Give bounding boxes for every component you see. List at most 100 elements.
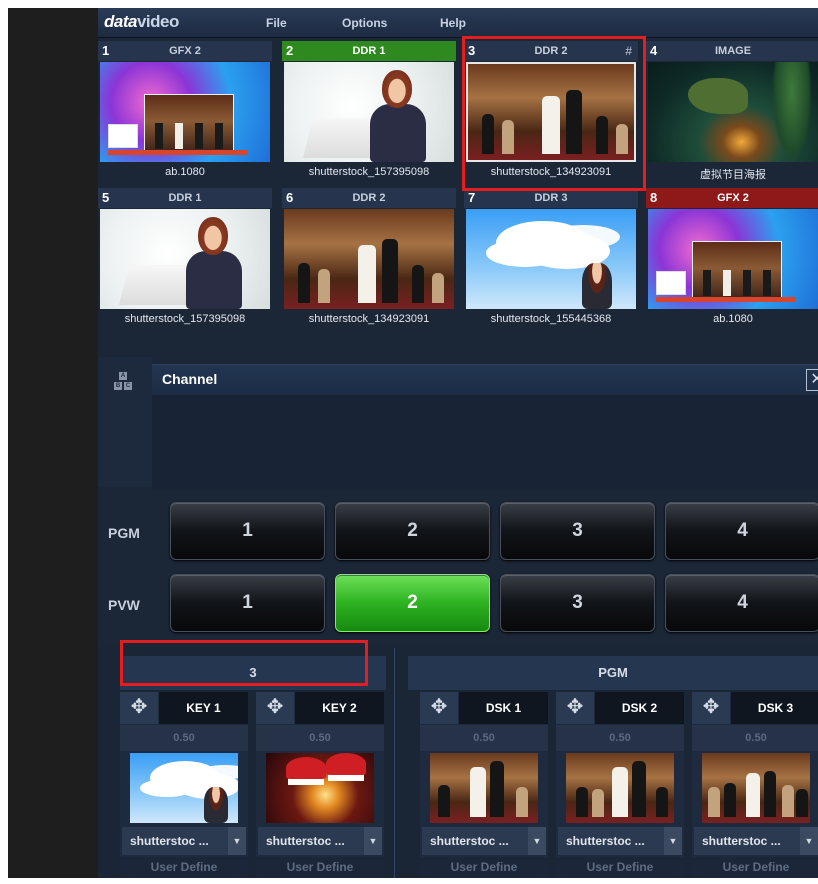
source-thumbnail <box>466 209 636 309</box>
source-header: 8 GFX 2 <box>646 188 818 208</box>
caret-down-icon[interactable]: ▼ <box>528 827 546 855</box>
caret-down-icon[interactable]: ▼ <box>664 827 682 855</box>
source-tile-2[interactable]: 2 DDR 1 shutterstock_157395098 <box>282 41 456 184</box>
caret-down-icon[interactable]: ▼ <box>800 827 818 855</box>
pgm-button-1[interactable]: 1 <box>170 502 325 560</box>
source-thumbnail <box>466 62 636 162</box>
source-title: DDR 3 <box>534 192 568 204</box>
pgm-button-2[interactable]: 2 <box>335 502 490 560</box>
abc-layers-icon[interactable]: A B C <box>114 372 132 396</box>
key-name[interactable]: DSK 1 <box>459 692 548 724</box>
app-window: datavideo File Options Help 1 GFX 2 ab.1… <box>98 8 818 878</box>
screenshot-frame: datavideo File Options Help 1 GFX 2 ab.1… <box>8 8 818 878</box>
source-tile-4[interactable]: 4 IMAGE 虚拟节目海报 <box>646 41 818 184</box>
source-title: DDR 1 <box>352 45 386 57</box>
source-name: ab.1080 <box>165 166 205 178</box>
pvw-button-2[interactable]: 2 <box>335 574 490 632</box>
source-name: shutterstock_134923091 <box>308 313 430 325</box>
key-1-panel: ✥ KEY 1 0.50 shutterstoc ... ▼ User Defi… <box>120 692 248 878</box>
source-title: IMAGE <box>714 45 752 57</box>
key-user-define[interactable]: User Define <box>420 857 548 878</box>
key-value[interactable]: 0.50 <box>120 725 248 751</box>
key-thumbnail <box>566 753 674 823</box>
divider <box>394 648 395 878</box>
source-name: shutterstock_134923091 <box>490 166 612 178</box>
source-thumbnail <box>284 62 454 162</box>
overlay-right-header: PGM <box>408 656 818 690</box>
key-name[interactable]: DSK 3 <box>731 692 818 724</box>
key-source-select[interactable]: shutterstoc ... ▼ <box>122 827 246 855</box>
pvw-button-4[interactable]: 4 <box>665 574 818 632</box>
source-thumbnail <box>648 209 818 309</box>
key-thumbnail <box>266 753 374 823</box>
channel-header: Channel ✕ <box>152 365 818 395</box>
channel-panel: Channel ✕ <box>152 364 818 490</box>
source-header: 4 IMAGE <box>646 41 818 61</box>
source-tile-6[interactable]: 6 DDR 2 shutterstock_134923091 <box>282 188 456 331</box>
menu-bar: datavideo File Options Help <box>98 8 818 38</box>
close-icon[interactable]: ✕ <box>806 369 818 391</box>
source-tile-1[interactable]: 1 GFX 2 ab.1080 <box>98 41 272 184</box>
key-name[interactable]: KEY 2 <box>295 692 384 724</box>
source-tile-5[interactable]: 5 DDR 1 shutterstock_157395098 <box>98 188 272 331</box>
dsk-3-panel: ✥ DSK 3 0.50 shutterstoc ... ▼ User Defi… <box>692 692 818 878</box>
move-arrows-icon[interactable]: ✥ <box>556 692 594 724</box>
source-title: DDR 1 <box>168 192 202 204</box>
move-arrows-icon[interactable]: ✥ <box>692 692 730 724</box>
source-name: shutterstock_155445368 <box>490 313 612 325</box>
source-name: 虚拟节目海报 <box>700 169 766 181</box>
caret-down-icon[interactable]: ▼ <box>228 827 246 855</box>
key-name[interactable]: KEY 1 <box>159 692 248 724</box>
caret-down-icon[interactable]: ▼ <box>364 827 382 855</box>
key-thumbnail <box>702 753 810 823</box>
source-thumbnail <box>284 209 454 309</box>
source-header: 7 DDR 3 <box>464 188 638 208</box>
pvw-button-1[interactable]: 1 <box>170 574 325 632</box>
key-user-define[interactable]: User Define <box>120 857 248 878</box>
key-value[interactable]: 0.50 <box>420 725 548 751</box>
key-source-select[interactable]: shutterstoc ... ▼ <box>694 827 818 855</box>
key-value[interactable]: 0.50 <box>692 725 818 751</box>
source-header: 1 GFX 2 <box>98 41 272 61</box>
source-header: 2 DDR 1 <box>282 41 456 61</box>
overlay-left-header: 3 <box>120 656 386 690</box>
source-name: shutterstock_157395098 <box>124 313 246 325</box>
source-tile-7[interactable]: 7 DDR 3 shutterstock_155445368 <box>464 188 638 331</box>
pvw-label: PVW <box>108 597 140 613</box>
menu-file[interactable]: File <box>266 16 287 30</box>
key-value[interactable]: 0.50 <box>556 725 684 751</box>
key-source-select[interactable]: shutterstoc ... ▼ <box>258 827 382 855</box>
pvw-button-3[interactable]: 3 <box>500 574 655 632</box>
source-hash-marker: # <box>625 44 632 58</box>
source-thumbnail <box>100 62 270 162</box>
key-user-define[interactable]: User Define <box>692 857 818 878</box>
source-name: shutterstock_157395098 <box>308 166 430 178</box>
move-arrows-icon[interactable]: ✥ <box>120 692 158 724</box>
pgm-label: PGM <box>108 525 140 541</box>
key-source-select[interactable]: shutterstoc ... ▼ <box>422 827 546 855</box>
source-thumbnail <box>100 209 270 309</box>
source-title: GFX 2 <box>717 192 749 204</box>
move-arrows-icon[interactable]: ✥ <box>420 692 458 724</box>
source-header: 3 DDR 2 # <box>464 41 638 61</box>
source-title: GFX 2 <box>169 45 201 57</box>
source-thumbnail <box>648 62 818 162</box>
source-header: 5 DDR 1 <box>98 188 272 208</box>
source-tile-3[interactable]: 3 DDR 2 # shutterstock_134923091 <box>464 41 638 184</box>
key-user-define[interactable]: User Define <box>556 857 684 878</box>
pgm-button-3[interactable]: 3 <box>500 502 655 560</box>
key-thumbnail <box>430 753 538 823</box>
menu-options[interactable]: Options <box>342 16 387 30</box>
key-user-define[interactable]: User Define <box>256 857 384 878</box>
channel-body <box>152 395 818 490</box>
key-source-select[interactable]: shutterstoc ... ▼ <box>558 827 682 855</box>
key-2-panel: ✥ KEY 2 0.50 shutterstoc ... ▼ User Defi… <box>256 692 384 878</box>
key-value[interactable]: 0.50 <box>256 725 384 751</box>
channel-sidebar: A B C <box>98 357 152 487</box>
key-name[interactable]: DSK 2 <box>595 692 684 724</box>
source-tile-8[interactable]: 8 GFX 2 ab.1080 <box>646 188 818 331</box>
menu-help[interactable]: Help <box>440 16 466 30</box>
move-arrows-icon[interactable]: ✥ <box>256 692 294 724</box>
pgm-button-4[interactable]: 4 <box>665 502 818 560</box>
key-thumbnail <box>130 753 238 823</box>
